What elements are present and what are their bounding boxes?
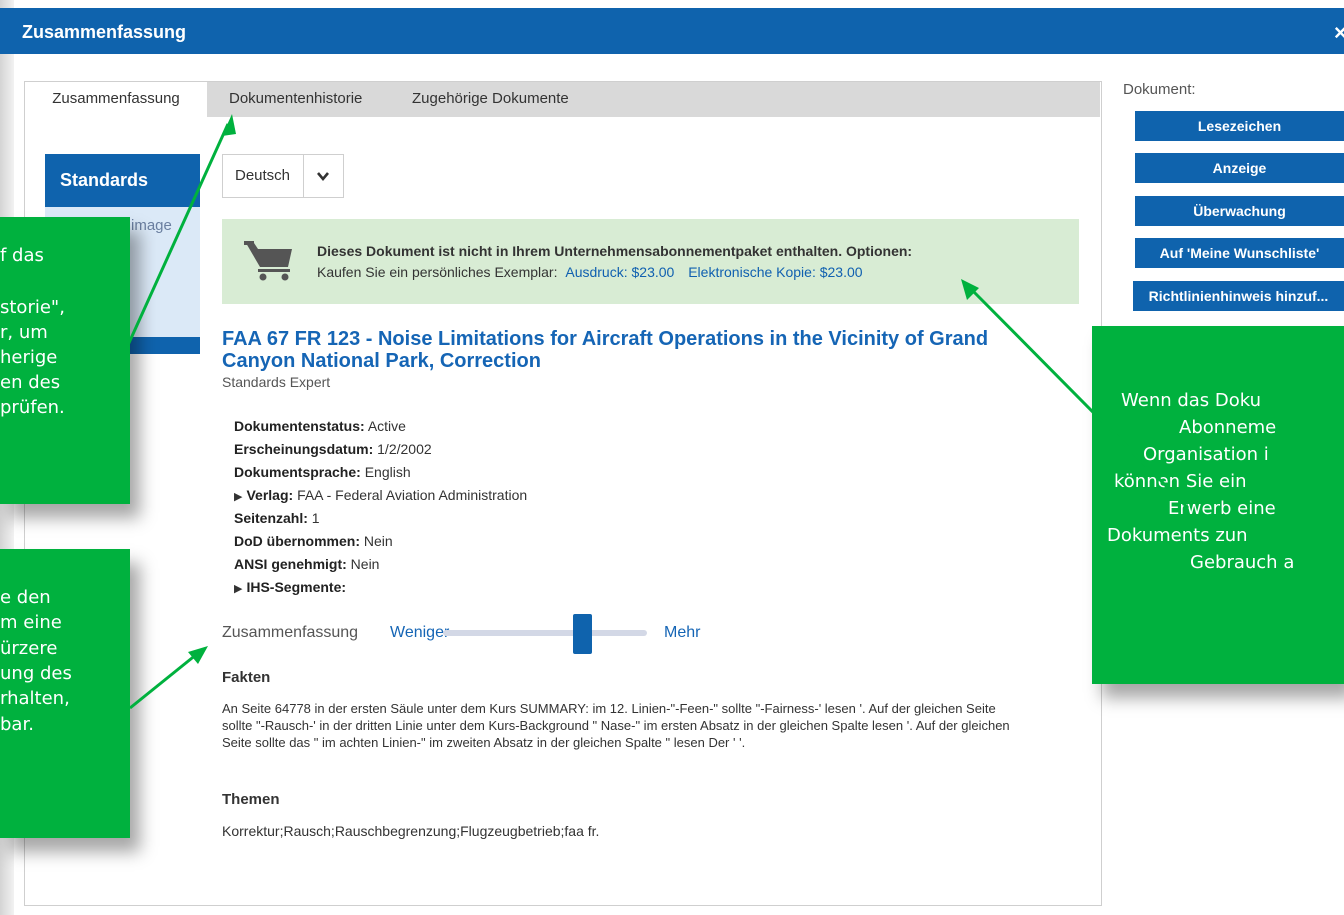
callout-history-tab: f das storie", r, um herige en des prüfe… [0,217,130,504]
document-title: FAA 67 FR 123 - Noise Limitations for Ai… [222,328,989,372]
print-copy-link[interactable]: Ausdruck: $23.00 [565,264,674,280]
meta-date: Erscheinungsdatum: 1/2/2002 [234,441,432,457]
meta-value: 1 [311,510,320,526]
tab-zusammenfassung[interactable]: Zusammenfassung [25,82,207,117]
tab-bar: Zusammenfassung Dokumentenhistorie Zugeh… [25,82,1100,117]
expand-triangle-icon[interactable]: ▶ [234,583,242,595]
callout-summary-slider: e den m eine ürzere ung des rhalten, bar… [0,549,130,838]
meta-label: ANSI genehmigt: [234,556,347,572]
language-select[interactable]: Deutsch [222,154,344,198]
meta-ansi: ANSI genehmigt: Nein [234,556,379,572]
callout-line: en des [0,372,61,393]
callout-line: e den [0,587,51,608]
callout-line: prüfen. [0,397,65,418]
meta-pages: Seitenzahl: 1 [234,510,320,526]
meta-value: Nein [350,556,380,572]
summary-slider-label: Zusammenfassung [222,624,359,641]
select-divider [303,155,304,197]
meta-label: IHS-Segmente: [246,579,347,595]
callout-line: Abonneme [1179,417,1277,438]
tab-dokumentenhistorie[interactable]: Dokumentenhistorie [229,82,362,117]
callout-line: rhalten, [0,688,70,709]
monitoring-button[interactable]: Überwachung [1135,196,1344,226]
tab-label: Zusammenfassung [52,90,180,107]
meta-language: Dokumentsprache: English [234,464,411,480]
callout-purchase-options: Wenn das Doku Abonneme Organisation i kö… [1092,326,1344,684]
callout-line: bar. [0,714,34,735]
dialog-title: Zusammenfassung [22,22,187,42]
electronic-copy-link[interactable]: Elektronische Kopie: $23.00 [688,264,862,280]
callout-line: Erwerb eine [1168,498,1276,519]
summary-more-link[interactable]: Mehr [664,624,700,642]
meta-dod: DoD übernommen: Nein [234,533,393,549]
notice-prefix: Kaufen Sie ein persönliches Exemplar: [317,264,558,280]
tab-label: Zugehörige Dokumente [412,90,569,107]
summary-less-link[interactable]: Weniger [390,624,449,642]
language-select-value: Deutsch [235,167,291,184]
meta-value: English [364,464,411,480]
meta-label: Verlag: [246,487,294,503]
callout-line: storie", [0,297,65,318]
meta-value: Nein [363,533,393,549]
facts-text: An Seite 64778 in der ersten Säule unter… [222,701,1010,750]
meta-label: DoD übernommen: [234,533,360,549]
chevron-down-icon[interactable] [316,169,330,183]
callout-line: Wenn das Doku [1121,390,1262,411]
callout-line: f das [0,245,44,266]
callout-line: Dokuments zun [1107,525,1248,546]
callout-line: r, um [0,322,48,343]
meta-label: Dokumentsprache: [234,464,361,480]
sidebar-image-label: image [131,217,172,234]
callout-line: ung des [0,663,72,684]
display-button[interactable]: Anzeige [1135,153,1344,183]
topics-heading: Themen [222,791,280,808]
callout-line: ürzere [0,638,58,659]
meta-publisher[interactable]: ▶ Verlag: FAA - Federal Aviation Administ… [234,487,527,503]
topics-text: Korrektur;Rausch;Rauschbegrenzung;Flugze… [222,823,600,839]
callout-line: herige [0,347,58,368]
callout-line: Organisation i [1143,444,1269,465]
meta-value: 1/2/2002 [377,441,432,457]
actions-label: Dokument: [1123,81,1196,98]
meta-label: Erscheinungsdatum: [234,441,374,457]
close-icon[interactable]: × [1334,20,1344,46]
notice-message: Dieses Dokument ist nicht in Ihrem Unter… [317,243,913,259]
expand-triangle-icon[interactable]: ▶ [234,491,242,503]
shopping-cart-icon [244,241,292,281]
meta-value: Active [367,418,406,434]
facts-heading: Fakten [222,669,271,686]
summary-slider-track[interactable] [443,630,647,636]
tab-label: Dokumentenhistorie [229,90,363,107]
dialog-titlebar: Zusammenfassung × [0,8,1344,54]
meta-ihs-segments[interactable]: ▶ IHS-Segmente: [234,579,346,595]
callout-line: m eine [0,612,62,633]
callout-line: Gebrauch a [1190,552,1295,573]
document-source: Standards Expert [222,374,331,390]
add-to-wishlist-button[interactable]: Auf 'Meine Wunschliste' [1135,238,1344,268]
meta-status: Dokumentenstatus: Active [234,418,406,434]
meta-label: Seitenzahl: [234,510,308,526]
add-policy-note-button[interactable]: Richtlinienhinweis hinzuf... [1133,281,1344,311]
meta-value: FAA - Federal Aviation Administration [297,487,528,503]
purchase-notice: Dieses Dokument ist nicht in Ihrem Unter… [222,219,1079,304]
summary-slider-handle[interactable] [572,614,592,654]
sidebar-standards-label: Standards [60,170,149,190]
callout-line: können Sie ein [1114,471,1247,492]
tab-zugehoerige-dokumente[interactable]: Zugehörige Dokumente [412,82,569,117]
notice-options: Kaufen Sie ein persönliches Exemplar: Au… [317,264,863,280]
bookmark-button[interactable]: Lesezeichen [1135,111,1344,141]
meta-label: Dokumentenstatus: [234,418,365,434]
